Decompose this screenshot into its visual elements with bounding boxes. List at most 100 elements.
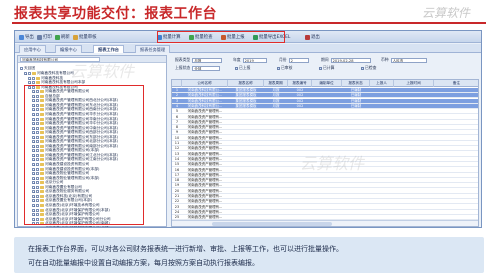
expand-icon[interactable]: + bbox=[28, 81, 32, 85]
status-checkbox-0[interactable]: 已上报 bbox=[235, 65, 250, 71]
table-cell: 河南鑫茂科技有限公... bbox=[187, 88, 223, 92]
table-cell bbox=[264, 173, 288, 178]
table-cell bbox=[434, 109, 478, 114]
toolbar-button-1[interactable]: 打印 bbox=[37, 33, 52, 41]
table-row[interactable]: 21 河南鑫茂资产管理有... bbox=[172, 194, 478, 199]
report-type-filter-select[interactable]: 月报 bbox=[192, 57, 223, 63]
year-filter-select[interactable]: 2019 bbox=[242, 57, 267, 63]
checkbox[interactable] bbox=[361, 66, 364, 70]
status-checkbox-1[interactable]: 已审核 bbox=[277, 65, 292, 71]
column-header-0[interactable] bbox=[172, 80, 182, 87]
tab-1[interactable]: 编报中心 bbox=[55, 45, 82, 53]
month-filter-select[interactable]: 2 bbox=[288, 57, 309, 63]
folder-icon bbox=[36, 76, 40, 80]
status-checkbox-2[interactable]: 已计算 bbox=[319, 65, 334, 71]
table-cell bbox=[434, 199, 478, 204]
table-cell: 已编制 bbox=[350, 98, 362, 103]
checkbox[interactable] bbox=[319, 66, 322, 70]
table-cell bbox=[394, 93, 434, 98]
table-row[interactable]: 5 河南鑫茂资产管理有... bbox=[172, 109, 478, 115]
month-filter: 月份 2 bbox=[279, 57, 309, 63]
table-cell bbox=[288, 136, 312, 141]
scroll-thumb[interactable] bbox=[212, 222, 332, 226]
table-row[interactable]: 4 河南鑫茂科技有限公... 集团报表模板 月报 002 已编制 bbox=[172, 103, 478, 109]
tab-2[interactable]: 报表工作台 bbox=[93, 45, 124, 53]
toolbar-icon-3 bbox=[73, 34, 78, 40]
table-row[interactable]: 9 河南鑫茂资产管理有... bbox=[172, 130, 478, 136]
table-row[interactable]: 6 河南鑫茂资产管理有... bbox=[172, 115, 478, 120]
table-row[interactable]: 23 河南鑫茂资产管理有... bbox=[172, 205, 478, 210]
table-cell bbox=[288, 205, 312, 210]
status-checkbox-3[interactable]: 已检查 bbox=[361, 65, 376, 71]
tab-0[interactable]: 应用中心 bbox=[19, 45, 46, 53]
toolbar-button-3[interactable]: 批量审核 bbox=[73, 33, 97, 41]
period-filter: 期间 2019-02-28 bbox=[321, 57, 371, 63]
table-cell bbox=[394, 210, 434, 215]
column-header-8[interactable]: 上报时间 bbox=[394, 80, 434, 87]
toolbar-button-label: 打印 bbox=[43, 35, 52, 40]
column-header-2[interactable]: 报表名称 bbox=[228, 80, 264, 87]
table-row[interactable]: 19 河南鑫茂资产管理有... bbox=[172, 183, 478, 189]
tree-checkbox[interactable] bbox=[28, 72, 31, 75]
table-row[interactable]: 24 河南鑫茂资产管理有... bbox=[172, 209, 478, 215]
table-row[interactable]: 20 河南鑫茂资产管理有... bbox=[172, 189, 478, 194]
table-cell bbox=[370, 205, 394, 210]
table-cell: 集团报表模板 bbox=[235, 103, 257, 108]
table-cell bbox=[228, 109, 264, 114]
table-row[interactable]: 3 河南鑫茂科技有限公... 集团报表模板 月报 002 已编制 bbox=[172, 98, 478, 104]
tree-checkbox[interactable] bbox=[32, 76, 35, 80]
checkbox[interactable] bbox=[235, 66, 238, 70]
column-header-1[interactable]: 公司名称 bbox=[182, 80, 228, 87]
expand-icon[interactable]: + bbox=[24, 72, 28, 76]
currency-filter-select[interactable]: 人民币 bbox=[390, 57, 427, 63]
expand-icon[interactable]: - bbox=[20, 67, 23, 71]
table-row[interactable]: 1 河南鑫茂科技有限公... 集团报表模板 月报 002 已编制 bbox=[172, 88, 478, 93]
status-filter-select[interactable]: 全部 bbox=[192, 65, 221, 71]
table-cell bbox=[264, 120, 288, 125]
tree-checkbox[interactable] bbox=[36, 226, 39, 227]
toolbar: 导出 打印 刷新 批量审核 批量计算 批量检查 批量上报 批量导出EXCEL 退出 bbox=[15, 31, 481, 43]
expand-icon[interactable]: + bbox=[32, 226, 35, 227]
tree-checkbox[interactable] bbox=[32, 81, 35, 85]
table-cell: 14 bbox=[174, 156, 180, 161]
table-cell bbox=[370, 104, 394, 109]
table-row[interactable]: 10 河南鑫茂资产管理有... bbox=[172, 136, 478, 141]
table-cell bbox=[228, 199, 264, 204]
column-header-4[interactable]: 报表编号 bbox=[288, 80, 312, 87]
table-row[interactable]: 22 河南鑫茂资产管理有... bbox=[172, 199, 478, 205]
table-cell: 河南鑫茂资产管理有... bbox=[187, 125, 223, 130]
period-filter-select[interactable]: 2019-02-28 bbox=[330, 57, 371, 63]
tree-node[interactable]: + 北京鑫茂(北京)环境保护有限公司(北城) bbox=[32, 226, 110, 227]
tab-3[interactable]: 报表任务管理 bbox=[135, 45, 171, 53]
table-cell bbox=[370, 125, 394, 130]
table-cell: 月报 bbox=[272, 93, 280, 98]
grid-scrollbar[interactable] bbox=[172, 220, 478, 226]
table-row[interactable]: 2 河南鑫茂科技有限公... 集团报表模板 月报 002 已编制 bbox=[172, 93, 478, 99]
expand-icon[interactable]: + bbox=[28, 76, 32, 80]
checkbox[interactable] bbox=[277, 66, 280, 70]
column-header-3[interactable]: 报表周期 bbox=[264, 80, 288, 87]
table-cell bbox=[228, 152, 264, 157]
column-header-9[interactable]: 备注 bbox=[434, 80, 478, 87]
table-cell bbox=[264, 136, 288, 141]
table-row[interactable]: 11 河南鑫茂资产管理有... bbox=[172, 141, 478, 146]
table-cell bbox=[394, 115, 434, 120]
table-row[interactable]: 8 河南鑫茂资产管理有... bbox=[172, 125, 478, 131]
toolbar-button-0[interactable]: 导出 bbox=[19, 33, 34, 41]
toolbar-button-8[interactable]: 退出 bbox=[305, 33, 320, 41]
table-row[interactable]: 7 河南鑫茂资产管理有... bbox=[172, 119, 478, 125]
table-cell bbox=[394, 189, 434, 194]
table-cell bbox=[264, 178, 288, 183]
column-header-7[interactable]: 上报人 bbox=[370, 80, 394, 87]
table-cell bbox=[288, 125, 312, 130]
column-header-5[interactable]: 编制单位 bbox=[312, 80, 342, 87]
table-cell: 河南鑫茂科技有限公... bbox=[187, 93, 223, 98]
table-cell bbox=[228, 178, 264, 183]
folder-icon bbox=[32, 72, 36, 75]
table-row[interactable]: 18 河南鑫茂资产管理有... bbox=[172, 178, 478, 184]
table-cell: 河南鑫茂资产管理有... bbox=[187, 119, 223, 124]
table-cell bbox=[394, 162, 434, 167]
table-cell: 24 bbox=[174, 209, 180, 214]
toolbar-button-2[interactable]: 刷新 bbox=[55, 33, 70, 41]
column-header-6[interactable]: 报表状态 bbox=[342, 80, 370, 87]
